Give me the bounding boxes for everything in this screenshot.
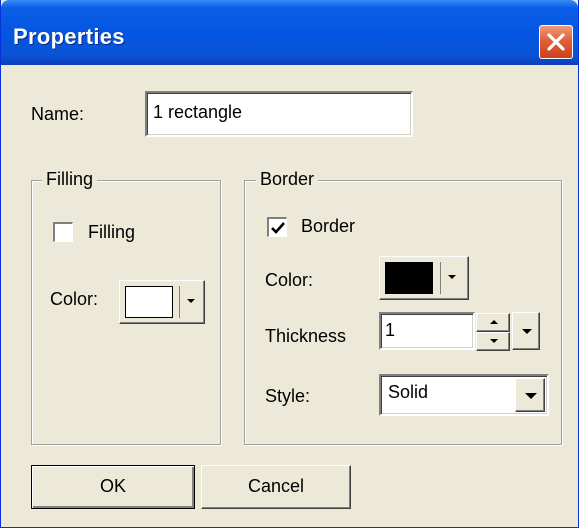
border-group-label: Border <box>256 169 319 190</box>
filling-checkbox-label: Filling <box>88 222 136 242</box>
filling-color-label: Color: <box>50 289 99 309</box>
name-label: Name: <box>31 104 85 124</box>
checkmark-icon <box>271 222 285 234</box>
thickness-decrement-button[interactable] <box>476 332 510 351</box>
border-color-label: Color: <box>265 270 314 290</box>
title-bar[interactable]: Properties <box>1 0 578 65</box>
border-color-swatch <box>385 262 433 294</box>
chevron-down-icon <box>522 329 532 334</box>
filling-color-swatch <box>125 286 173 318</box>
border-checkbox-label: Border <box>301 216 356 236</box>
close-button[interactable] <box>539 25 573 59</box>
thickness-label: Thickness <box>265 326 347 346</box>
close-icon <box>547 33 565 51</box>
ok-button[interactable]: OK <box>31 465 195 509</box>
style-label: Style: <box>265 386 311 406</box>
chevron-down-icon[interactable] <box>440 262 462 294</box>
name-input[interactable]: 1 rectangle <box>145 91 413 137</box>
border-color-picker[interactable] <box>379 256 469 300</box>
chevron-down-icon[interactable] <box>179 286 201 318</box>
filling-checkbox[interactable] <box>53 222 73 242</box>
thickness-input[interactable]: 1 <box>379 312 475 350</box>
thickness-increment-button[interactable] <box>476 313 510 332</box>
filling-color-picker[interactable] <box>119 280 205 324</box>
border-checkbox[interactable] <box>267 217 287 237</box>
style-select[interactable]: Solid <box>379 374 549 416</box>
window-title: Properties <box>13 24 125 49</box>
thickness-dropdown-button[interactable] <box>512 312 540 350</box>
style-select-value: Solid <box>388 382 429 402</box>
properties-dialog: Properties Name: 1 rectangle Filling Fil… <box>0 0 579 528</box>
chevron-down-icon[interactable] <box>515 378 545 412</box>
cancel-button[interactable]: Cancel <box>201 465 351 509</box>
filling-group-label: Filling <box>42 169 98 190</box>
